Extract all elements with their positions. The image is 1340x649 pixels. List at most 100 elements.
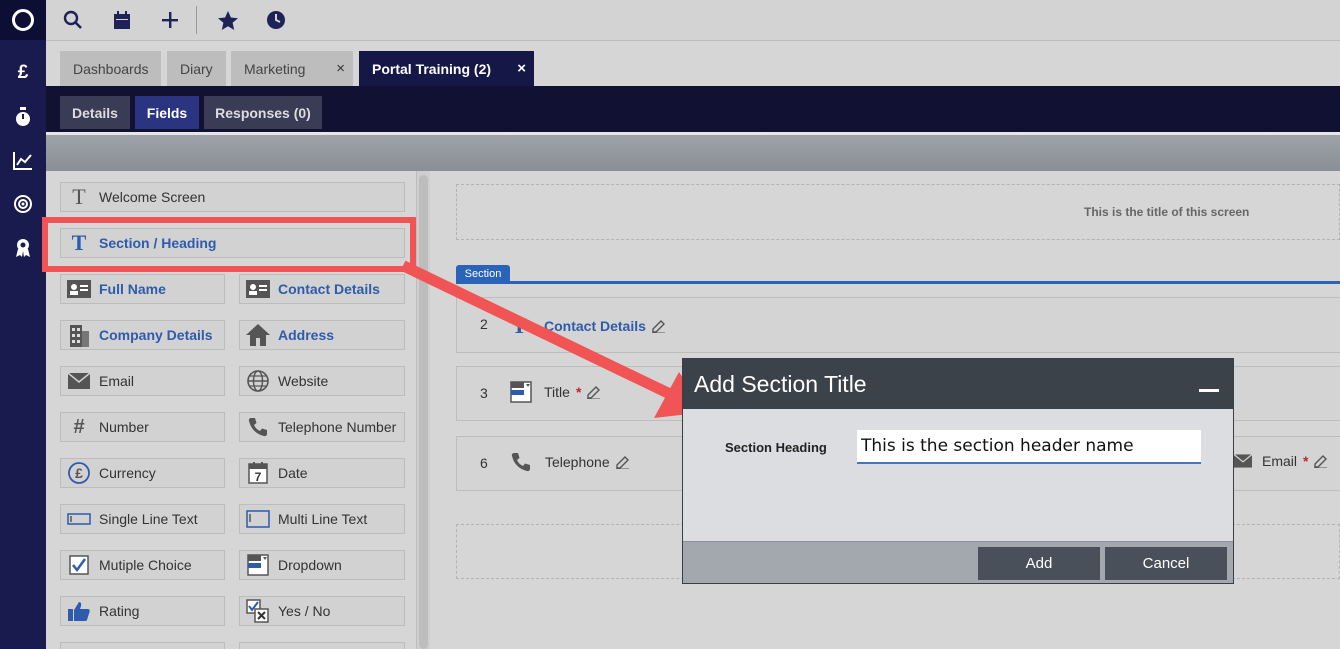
palette-address[interactable]: Address <box>239 320 405 350</box>
phone-icon <box>511 453 530 472</box>
palette-label: Contact Details <box>278 281 380 297</box>
pound-coin-icon: £ <box>67 462 91 484</box>
phone-icon <box>246 416 270 438</box>
required-marker: * <box>1303 453 1309 469</box>
text-t-icon: T <box>512 313 527 338</box>
palette-date[interactable]: 7 Date <box>239 458 405 488</box>
palette-label: Yes / No <box>278 603 331 619</box>
envelope-icon <box>67 370 91 392</box>
palette-label: Currency <box>99 465 156 481</box>
palette-label: Website <box>278 373 329 389</box>
field-label: Contact Details <box>544 318 646 334</box>
pencil-icon[interactable] <box>615 455 629 469</box>
search-icon[interactable] <box>60 7 86 33</box>
row-number: 2 <box>480 316 488 332</box>
palette-item-partial[interactable] <box>239 642 405 649</box>
tab-diary[interactable]: Diary <box>167 51 226 86</box>
pencil-icon[interactable] <box>587 385 601 399</box>
add-button[interactable]: Add <box>978 547 1100 580</box>
palette-contact-details[interactable]: Contact Details <box>239 274 405 304</box>
palette-label: Mutiple Choice <box>99 557 192 573</box>
palette-rating[interactable]: Rating <box>60 596 225 626</box>
calendar-icon[interactable] <box>109 7 135 33</box>
palette-website[interactable]: Website <box>239 366 405 396</box>
toolbar-band <box>46 135 1340 171</box>
palette-label: Rating <box>99 603 140 619</box>
tab-label: Diary <box>180 60 213 77</box>
palette-yes-no[interactable]: Yes / No <box>239 596 405 626</box>
star-icon[interactable] <box>215 7 241 33</box>
palette-email[interactable]: Email <box>60 366 225 396</box>
logo-ring-icon <box>12 9 34 31</box>
target-icon[interactable] <box>0 189 46 219</box>
section-tag: Section <box>456 265 510 282</box>
yes-no-icon <box>246 599 270 623</box>
palette-label: Company Details <box>99 327 213 343</box>
palette-dropdown[interactable]: Dropdown <box>239 550 405 580</box>
palette-telephone-number[interactable]: Telephone Number <box>239 412 405 442</box>
envelope-icon <box>1234 454 1252 468</box>
clock-icon[interactable] <box>263 7 289 33</box>
subtab-responses[interactable]: Responses (0) <box>204 96 322 129</box>
field-telephone[interactable]: Telephone <box>511 452 629 472</box>
checkbox-icon <box>67 554 91 576</box>
section-heading-label: Section Heading <box>725 440 827 455</box>
tab-portal-training[interactable]: Portal Training (2) × <box>359 51 534 86</box>
subtab-details[interactable]: Details <box>60 96 130 129</box>
section-heading-input[interactable] <box>857 430 1201 464</box>
pencil-icon[interactable] <box>651 319 665 333</box>
left-rail: £ <box>0 0 46 649</box>
field-contact-details[interactable]: T Contact Details <box>512 313 665 339</box>
required-marker: * <box>575 384 582 400</box>
palette-currency[interactable]: £ Currency <box>60 458 225 488</box>
palette-label: Multi Line Text <box>278 511 368 527</box>
field-label: Email <box>1262 453 1298 469</box>
tab-bar: Dashboards Diary Marketing × Portal Trai… <box>46 41 1340 86</box>
palette-company-details[interactable]: Company Details <box>60 320 225 350</box>
house-icon <box>246 324 270 346</box>
palette-label: Email <box>99 373 135 389</box>
chart-icon[interactable] <box>0 146 46 176</box>
palette-label: Full Name <box>99 281 166 297</box>
palette-label: Date <box>278 465 308 481</box>
row-number: 6 <box>480 455 488 471</box>
palette-multi-line-text[interactable]: Multi Line Text <box>239 504 405 534</box>
palette-item-partial[interactable] <box>60 642 225 649</box>
tab-label: Dashboards <box>73 60 149 77</box>
pencil-icon[interactable] <box>1314 454 1328 468</box>
field-email[interactable]: Email * <box>1234 453 1328 469</box>
palette-label: Telephone Number <box>278 419 397 435</box>
palette-welcome-screen[interactable]: T Welcome Screen <box>60 182 405 212</box>
calendar-day-icon: 7 <box>246 462 270 484</box>
calendar-day-number: 7 <box>254 470 262 484</box>
toolbar-divider <box>196 6 197 34</box>
dropdown-icon <box>510 381 532 403</box>
palette-full-name[interactable]: Full Name <box>60 274 225 304</box>
stopwatch-icon[interactable] <box>0 102 46 132</box>
id-card-icon <box>67 278 91 300</box>
scrollbar-thumb[interactable] <box>419 175 428 649</box>
minimize-icon[interactable] <box>1199 389 1219 392</box>
tab-label: Marketing <box>244 60 306 77</box>
tab-marketing[interactable]: Marketing × <box>231 51 353 86</box>
pound-icon[interactable]: £ <box>0 58 46 88</box>
close-icon[interactable]: × <box>517 60 526 77</box>
award-icon[interactable] <box>0 233 46 263</box>
close-icon[interactable]: × <box>336 60 345 77</box>
plus-icon[interactable] <box>157 7 183 33</box>
subtab-fields[interactable]: Fields <box>135 96 199 129</box>
cancel-button[interactable]: Cancel <box>1105 547 1227 580</box>
palette-label: Dropdown <box>278 557 342 573</box>
app-logo[interactable] <box>0 0 46 40</box>
tab-dashboards[interactable]: Dashboards <box>60 51 161 86</box>
text-input-icon <box>67 508 91 530</box>
dialog-title: Add Section Title <box>694 371 867 397</box>
palette-number[interactable]: # Number <box>60 412 225 442</box>
palette-single-line-text[interactable]: Single Line Text <box>60 504 225 534</box>
palette-label: Single Line Text <box>99 511 198 527</box>
palette-label: Address <box>278 327 335 343</box>
palette-multiple-choice[interactable]: Mutiple Choice <box>60 550 225 580</box>
row-number: 3 <box>480 385 488 401</box>
field-title[interactable]: Title * <box>510 381 601 403</box>
palette-scrollbar[interactable] <box>416 171 430 649</box>
